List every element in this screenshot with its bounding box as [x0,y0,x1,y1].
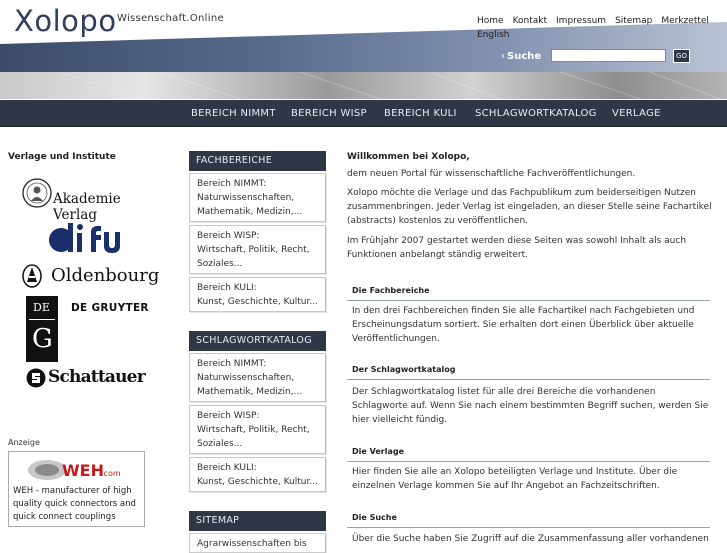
welcome-title: Willkommen bei Xolopo, [347,152,470,162]
section-verlage-title: Die Verlage [347,440,710,462]
nav-verlage[interactable]: VERLAGE [612,108,661,119]
search-label-text: Suche [507,51,542,62]
topnav-sitemap-link[interactable]: Sitemap [615,15,652,28]
sitemap-heading: SITEMAP [189,511,326,531]
search-label: › Suche [501,51,541,62]
fachbereich-nimmt-item[interactable]: Bereich NIMMT: Naturwissenschaften, Math… [189,173,326,222]
advertisement-box[interactable]: WEH .com WEH - manufacturer of high qual… [8,451,145,527]
arrow-right-icon: › [501,51,505,62]
degruyter-emblem: DE G [26,296,58,362]
schlagwort-kuli-item[interactable]: Bereich KULI: Kunst, Geschichte, Kultur.… [189,457,326,492]
sitemap-item-text: Agrarwissenschaften bis [197,539,307,549]
sitemap-item[interactable]: Agrarwissenschaften bis [189,533,326,553]
spring-paragraph: Im Frühjahr 2007 gestartet werden diese … [347,236,687,260]
welcome-subtitle: dem neuen Portal für wissenschaftliche F… [347,169,636,179]
schlagwort-kuli-title: Bereich KULI: [197,463,257,473]
section-verlage-text: Hier finden Sie alle an Xolopo beteiligt… [352,467,678,491]
difu-logo-icon: difu [47,222,120,253]
section-fachbereiche-text: In den drei Fachbereichen finden Sie all… [352,306,695,344]
fachbereich-kuli-title: Bereich KULI: [197,283,257,293]
difu-name: difu [47,222,49,223]
degruyter-emblem-bottom: G [32,324,53,354]
site-tagline: Wissenschaft.Online [117,13,224,24]
search-input[interactable] [551,49,666,62]
nav-bereich-kuli[interactable]: BEREICH KULI [384,108,457,119]
fachbereich-wisp-title: Bereich WISP: [197,231,260,241]
weh-logo-icon: WEH .com [28,460,121,480]
schattauer-name: Schattauer [48,367,146,387]
fachbereiche-heading: FACHBEREICHE [189,151,326,171]
publisher-oldenbourg[interactable]: Oldenbourg [22,262,159,290]
nav-bereich-wisp[interactable]: BEREICH WISP [291,108,367,119]
nav-bereich-nimmt[interactable]: BEREICH NIMMT [191,108,276,119]
top-navigation: Home Kontakt Impressum Sitemap Merkzettel Eng… [477,14,722,42]
header: Xolopo Wissenschaft.Online Home Kontakt Im… [0,0,727,99]
schlagwort-kuli-desc: Kunst, Geschichte, Kultur... [197,477,318,487]
weh-logo-suffix: .com [101,469,121,478]
section-suche-title: Die Suche [347,506,710,528]
fachbereich-nimmt-title: Bereich NIMMT: [197,179,267,189]
schlagwort-wisp-title: Bereich WISP: [197,411,260,421]
publisher-difu[interactable]: difu [47,222,125,254]
section-schlagwortkatalog-text: Der Schlagwortkatalog listet für alle dr… [352,387,709,425]
schlagwort-wisp-item[interactable]: Bereich WISP: Wirtschaft, Politik, Recht… [189,405,326,454]
akademie-verlag-name: Akademie Verlag [53,191,121,223]
publisher-schattauer[interactable]: Schattauer [26,367,154,391]
fachbereich-kuli-desc: Kunst, Geschichte, Kultur... [197,297,318,307]
oldenbourg-emblem-icon [22,264,42,288]
publishers-title: Verlage und Institute [8,152,116,162]
section-suche-text: Über die Suche haben Sie Zugriff auf die… [352,534,709,544]
schlagwort-nimmt-item[interactable]: Bereich NIMMT: Naturwissenschaften, Math… [189,353,326,402]
topnav-kontakt-link[interactable]: Kontakt [513,15,547,28]
schlagwortkatalog-heading: SCHLAGWORTKATALOG [189,331,326,351]
fachbereich-kuli-item[interactable]: Bereich KULI: Kunst, Geschichte, Kultur.… [189,277,326,312]
akademie-seal-icon [22,178,52,208]
fachbereich-wisp-desc: Wirtschaft, Politik, Recht, Soziales... [197,245,310,269]
section-schlagwortkatalog-title: Der Schlagwortkatalog [347,358,710,380]
advertisement-label: Anzeige [8,438,40,447]
publisher-akademie-verlag[interactable]: Akademie Verlag [22,177,154,223]
publisher-de-gruyter[interactable]: DE G DE GRUYTER [26,296,154,362]
oldenbourg-name: Oldenbourg [51,265,160,286]
topnav-english-link[interactable]: English [477,29,510,42]
main-navigation: BEREICH NIMMT BEREICH WISP BEREICH KULI … [0,100,727,127]
search-go-button[interactable]: GO [673,49,690,63]
topnav-impressum-link[interactable]: Impressum [556,15,606,28]
degruyter-emblem-top: DE [33,301,50,314]
degruyter-name: DE GRUYTER [71,302,149,314]
schlagwort-wisp-desc: Wirtschaft, Politik, Recht, Soziales... [197,425,310,449]
fachbereich-wisp-item[interactable]: Bereich WISP: Wirtschaft, Politik, Recht… [189,225,326,274]
topnav-home-link[interactable]: Home [477,15,504,28]
site-logo[interactable]: Xolopo [14,4,117,38]
topnav-merkzettel-link[interactable]: Merkzettel [661,15,709,28]
schlagwort-nimmt-desc: Naturwissenschaften, Mathematik, Medizin… [197,373,303,397]
schattauer-emblem-icon [26,368,46,388]
schlagwort-nimmt-title: Bereich NIMMT: [197,359,267,369]
intro-paragraph: Xolopo möchte die Verlage und das Fachpu… [347,188,712,226]
section-fachbereiche-title: Die Fachbereiche [347,279,710,301]
nav-schlagwortkatalog[interactable]: SCHLAGWORTKATALOG [475,108,597,119]
weh-logo-text: WEH [62,461,104,480]
fachbereich-nimmt-desc: Naturwissenschaften, Mathematik, Medizin… [197,193,303,217]
advertisement-text: WEH - manufacturer of high quality quick… [13,486,136,522]
